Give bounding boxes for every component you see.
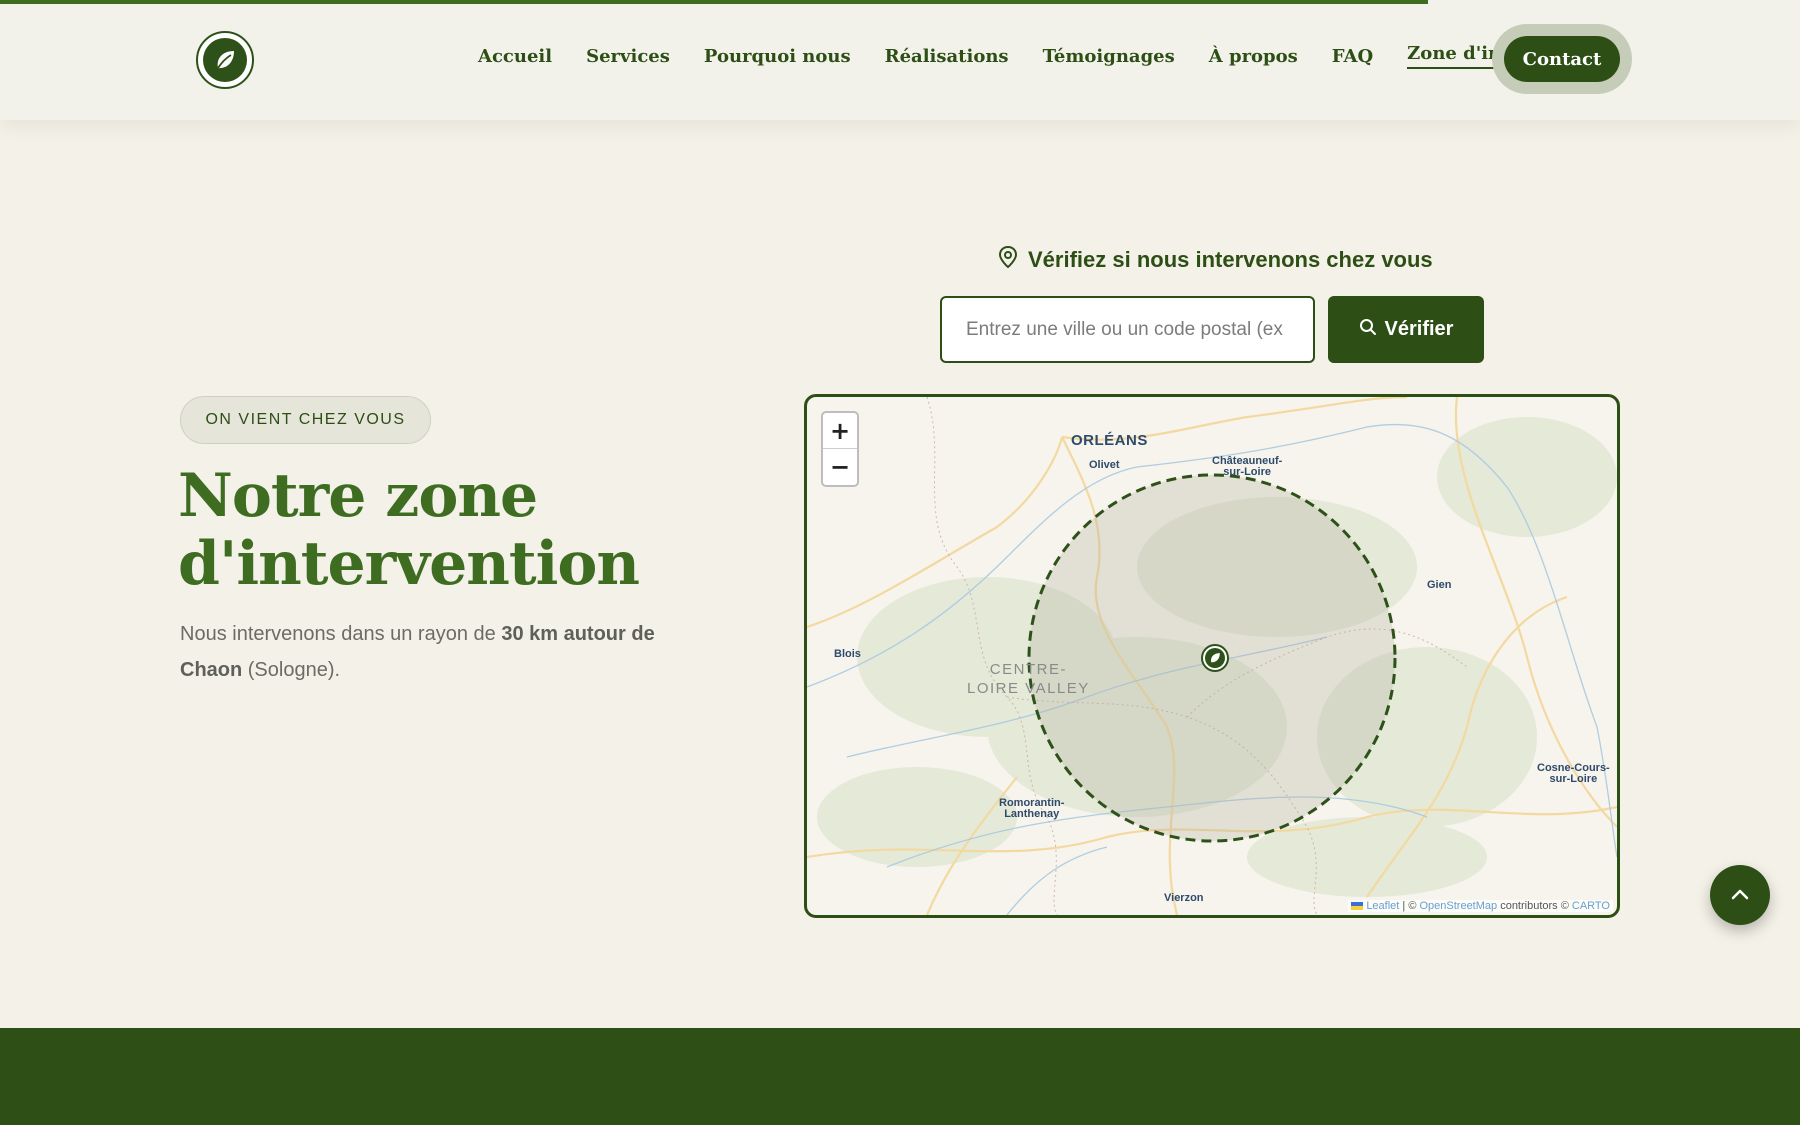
map-label-blois: Blois bbox=[834, 648, 861, 660]
map-label-olivet: Olivet bbox=[1089, 459, 1120, 471]
map-zoom-control: + − bbox=[821, 411, 859, 487]
intro-text-suffix: (Sologne). bbox=[242, 659, 341, 681]
checker-title-text: Vérifiez si nous intervenons chez vous bbox=[1028, 247, 1433, 272]
map-attribution: Leaflet | © OpenStreetMap contributors ©… bbox=[1348, 900, 1613, 912]
nav-item-pourquoi-nous[interactable]: Pourquoi nous bbox=[704, 46, 851, 67]
nav-item-temoignages[interactable]: Témoignages bbox=[1043, 46, 1175, 67]
map-label-cosne-line-2: sur-Loire bbox=[1549, 773, 1598, 785]
search-icon bbox=[1359, 318, 1377, 342]
logo[interactable] bbox=[196, 31, 254, 89]
scroll-progress-bar bbox=[0, 0, 1428, 4]
verify-button-label: Vérifier bbox=[1384, 318, 1454, 340]
main-nav: Accueil Services Pourquoi nous Réalisati… bbox=[478, 43, 1640, 69]
nav-item-a-propos[interactable]: À propos bbox=[1209, 46, 1298, 67]
map-label-orleans: ORLÉANS bbox=[1071, 432, 1148, 449]
attribution-separator: | © bbox=[1399, 900, 1420, 912]
back-to-top-button[interactable] bbox=[1710, 865, 1770, 925]
intervention-map[interactable]: + − ORLÉANS Olivet Châteauneuf- sur-Loir… bbox=[804, 394, 1620, 918]
map-label-vierzon: Vierzon bbox=[1164, 892, 1204, 904]
carto-link[interactable]: CARTO bbox=[1572, 900, 1610, 912]
map-pin-icon bbox=[998, 245, 1018, 274]
map-label-romorantin: Romorantin- Lanthenay bbox=[999, 798, 1064, 820]
section-badge: ON VIENT CHEZ VOUS bbox=[180, 396, 431, 444]
map-label-cosne: Cosne-Cours- sur-Loire bbox=[1537, 763, 1610, 785]
intro-text-prefix: Nous intervenons dans un rayon de bbox=[180, 623, 502, 645]
zoom-in-button[interactable]: + bbox=[823, 413, 857, 449]
nav-item-realisations[interactable]: Réalisations bbox=[885, 46, 1009, 67]
contact-button-halo: Contact bbox=[1492, 24, 1632, 94]
page-title: Notre zone d'intervention bbox=[178, 462, 738, 598]
intro-text: Nous intervenons dans un rayon de 30 km … bbox=[180, 616, 700, 688]
map-label-gien: Gien bbox=[1427, 579, 1452, 591]
chaon-marker[interactable] bbox=[1201, 644, 1229, 672]
city-search-input[interactable] bbox=[940, 296, 1315, 363]
leaf-marker-icon bbox=[1205, 648, 1225, 668]
map-label-region: CENTRE- LOIRE VALLEY bbox=[967, 660, 1090, 698]
nav-item-faq[interactable]: FAQ bbox=[1332, 46, 1373, 67]
site-header: Accueil Services Pourquoi nous Réalisati… bbox=[0, 0, 1800, 120]
zoom-out-button[interactable]: − bbox=[823, 449, 857, 485]
map-label-region-line-2: LOIRE VALLEY bbox=[967, 680, 1090, 697]
leaf-logo-icon bbox=[203, 38, 247, 82]
map-label-chateauneuf: Châteauneuf- sur-Loire bbox=[1212, 456, 1282, 478]
site-footer bbox=[0, 1028, 1800, 1125]
page-title-line-2: d'intervention bbox=[178, 529, 640, 599]
page-title-line-1: Notre zone bbox=[178, 461, 538, 531]
chevron-up-icon bbox=[1730, 887, 1750, 904]
attribution-contributors: contributors © bbox=[1497, 900, 1572, 912]
ukraine-flag-icon bbox=[1351, 902, 1364, 910]
nav-item-services[interactable]: Services bbox=[586, 46, 670, 67]
checker-title: Vérifiez si nous intervenons chez vous bbox=[998, 245, 1433, 274]
openstreetmap-link[interactable]: OpenStreetMap bbox=[1419, 900, 1497, 912]
map-label-region-line-1: CENTRE- bbox=[989, 661, 1067, 678]
nav-item-accueil[interactable]: Accueil bbox=[478, 46, 552, 67]
verify-button[interactable]: Vérifier bbox=[1328, 296, 1484, 363]
contact-button[interactable]: Contact bbox=[1504, 36, 1620, 82]
map-label-chateauneuf-line-2: sur-Loire bbox=[1223, 466, 1271, 478]
leaflet-link[interactable]: Leaflet bbox=[1366, 900, 1399, 912]
map-label-romorantin-line-2: Lanthenay bbox=[1004, 808, 1060, 820]
